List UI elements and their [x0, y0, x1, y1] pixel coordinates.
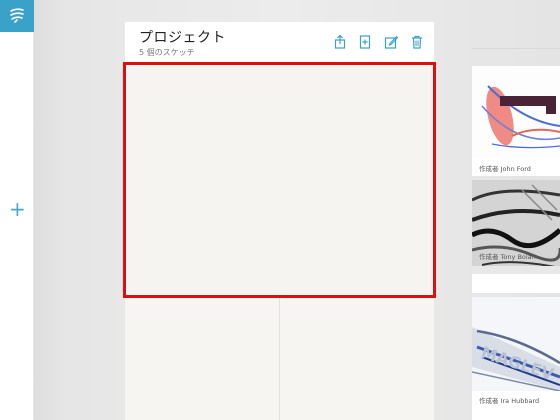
- sketch-preview-image: [472, 66, 560, 158]
- new-sketch-button[interactable]: [357, 34, 373, 50]
- edit-button[interactable]: [383, 34, 399, 50]
- share-button[interactable]: [332, 34, 348, 50]
- new-sketch-icon: [359, 35, 371, 49]
- add-project-button[interactable]: +: [9, 197, 26, 221]
- gallery-card[interactable]: MAGLEV 作成者 Ira Hubbard: [472, 297, 560, 420]
- sketch-count: 5 個のスケッチ: [139, 48, 195, 57]
- author-label: 作成者 Ira Hubbard: [479, 397, 540, 405]
- gallery-card[interactable]: 作成者 Tony Bolan: [472, 180, 560, 293]
- share-icon: [334, 34, 346, 49]
- project-title: プロジェクト: [139, 30, 226, 46]
- project-header: プロジェクト 5 個のスケッチ: [125, 22, 434, 62]
- author-label: 作成者 Tony Bolan: [479, 253, 536, 261]
- app-logo-icon[interactable]: [0, 0, 34, 32]
- gallery-divider: [472, 48, 560, 49]
- sketch-thumbnail[interactable]: [281, 298, 434, 420]
- trash-icon: [412, 35, 422, 49]
- author-label: 作成者 John Ford: [479, 165, 531, 173]
- edit-icon: [384, 35, 399, 49]
- selected-sketch-thumbnail[interactable]: [123, 62, 436, 298]
- sketch-preview-image: MAGLEV: [472, 297, 560, 391]
- plus-icon: +: [9, 197, 26, 221]
- left-sidebar: +: [0, 0, 34, 420]
- delete-button[interactable]: [409, 34, 425, 50]
- gallery-card[interactable]: 作成者 John Ford: [472, 66, 560, 176]
- sketch-thumbnail[interactable]: [125, 298, 280, 420]
